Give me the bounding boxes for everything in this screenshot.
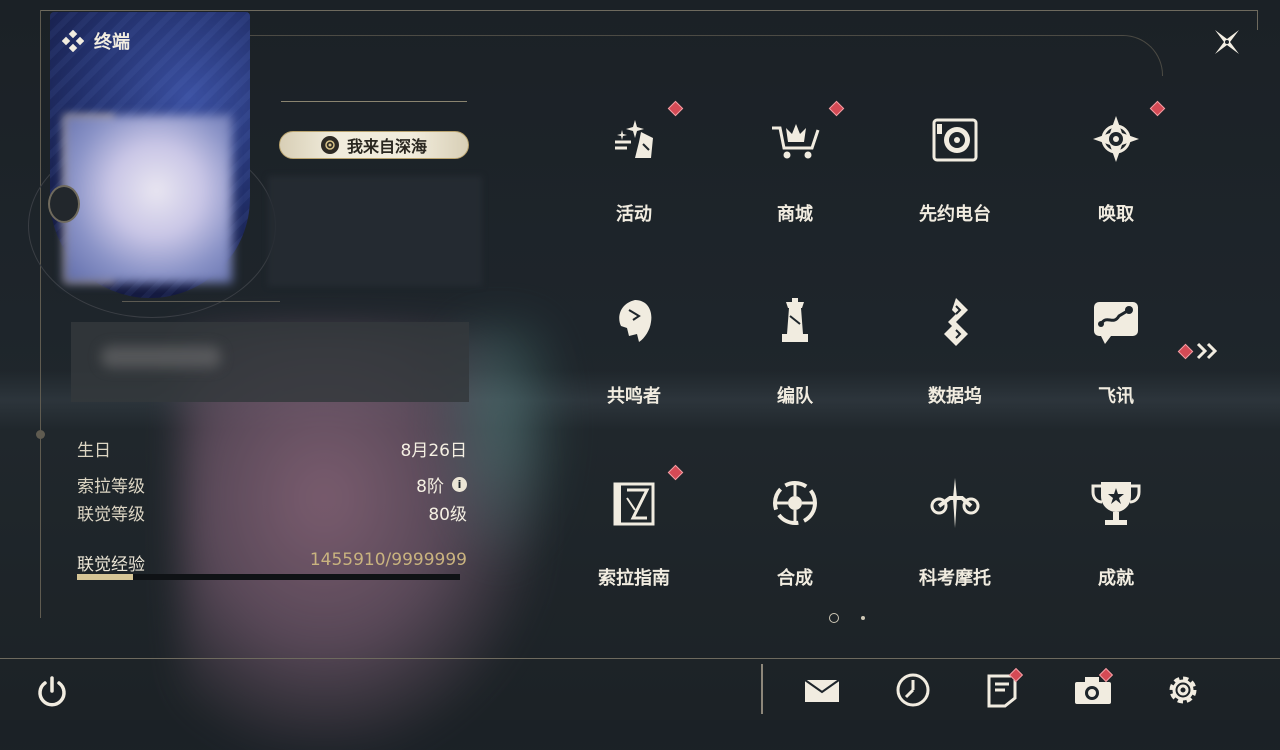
menu-item-label: 飞讯	[1098, 386, 1134, 407]
menu-item-convene[interactable]: 唤取	[1064, 100, 1224, 260]
convene-icon	[1093, 116, 1139, 162]
menu-item-data-bank[interactable]: 数据坞	[903, 282, 1063, 442]
page-indicator[interactable]	[861, 616, 865, 620]
divider	[281, 101, 467, 102]
notification-dot	[1149, 100, 1166, 117]
mail-button[interactable]	[803, 670, 843, 710]
synthesis-icon	[773, 481, 817, 525]
stat-union-exp: 联觉经验 1455910/9999999	[77, 550, 467, 575]
bottom-bar-divider	[0, 658, 1280, 659]
frame-top-line	[40, 10, 1258, 11]
resonator-icon	[619, 300, 652, 342]
menu-item-shop[interactable]: 商城	[743, 100, 903, 260]
menu-item-label: 先约电台	[919, 204, 991, 225]
frame-corner-line	[1257, 10, 1258, 30]
menu-item-label: 合成	[777, 568, 813, 589]
stat-union-level: 联觉等级 80级	[77, 500, 467, 525]
menu-item-achievements[interactable]: 成就	[1064, 464, 1224, 624]
shop-icon	[772, 124, 820, 159]
page-indicator-active[interactable]	[829, 613, 839, 623]
chevron-double-right-icon	[1196, 342, 1218, 360]
notification-dot	[667, 100, 684, 117]
stat-birthday: 生日 8月26日	[77, 436, 467, 461]
menu-item-label: 商城	[777, 204, 813, 225]
guide-icon	[613, 482, 655, 526]
menu-item-label: 成就	[1098, 568, 1134, 589]
radio-icon	[932, 118, 978, 162]
stat-value: 80级	[428, 504, 467, 525]
menu-item-events[interactable]: 活动	[582, 100, 742, 260]
menu-item-pioneer-podcast[interactable]: 先约电台	[903, 100, 1063, 260]
menu-item-messages[interactable]: 飞讯	[1064, 282, 1224, 442]
avatar-switch-knob[interactable]	[48, 185, 80, 223]
info-icon[interactable]: i	[452, 476, 467, 492]
menu-item-motorcycle[interactable]: 科考摩托	[903, 464, 1063, 624]
frame-node	[36, 430, 45, 439]
menu-item-label: 索拉指南	[598, 568, 670, 589]
title-badge[interactable]: 我来自深海	[279, 131, 469, 159]
power-icon[interactable]	[34, 674, 70, 710]
notification-dot	[828, 100, 845, 117]
stat-sol-rank: 索拉等级 8阶 i	[77, 472, 467, 497]
clock-icon	[896, 673, 930, 707]
achievement-icon	[1091, 482, 1141, 525]
menu-item-resonators[interactable]: 共鸣者	[582, 282, 742, 442]
bottom-bar-separator	[761, 664, 763, 714]
gear-icon	[1169, 676, 1197, 704]
menu-item-label: 唤取	[1098, 204, 1134, 225]
page-title: 终端	[94, 32, 130, 53]
data-bank-icon	[944, 298, 968, 346]
frame-inner-line	[250, 35, 1163, 76]
badge-emblem-icon	[320, 136, 339, 154]
frame-left-line	[40, 10, 41, 618]
menu-item-label: 数据坞	[928, 386, 982, 407]
terminal-icon	[62, 30, 84, 52]
next-page-button[interactable]	[1177, 340, 1224, 362]
time-button[interactable]	[893, 670, 933, 710]
stat-value: 8阶	[416, 476, 444, 497]
page-header: 终端	[62, 28, 130, 54]
stat-label: 联觉经验	[77, 555, 145, 575]
menu-item-label: 编队	[777, 386, 813, 407]
menu-item-label: 活动	[616, 204, 652, 225]
menu-item-label: 共鸣者	[607, 386, 661, 407]
menu-item-team[interactable]: 编队	[743, 282, 903, 442]
player-name-redacted	[268, 176, 482, 286]
exp-progress-fill	[77, 574, 133, 580]
divider	[122, 301, 280, 302]
stat-label: 联觉等级	[77, 504, 145, 525]
menu-item-label: 科考摩托	[919, 568, 991, 589]
team-icon	[782, 298, 808, 342]
notification-dot	[667, 464, 684, 481]
stat-label: 生日	[77, 440, 111, 461]
signature-redacted[interactable]	[71, 322, 469, 402]
avatar[interactable]	[64, 115, 232, 283]
event-icon	[615, 120, 653, 158]
exp-progress-bar	[77, 574, 460, 580]
close-icon[interactable]	[1207, 22, 1247, 62]
menu-item-sol-guidebook[interactable]: 索拉指南	[582, 464, 742, 624]
notification-dot	[1177, 343, 1194, 359]
stat-value: 8月26日	[400, 440, 467, 461]
camera-button[interactable]	[1073, 667, 1114, 710]
message-icon	[1094, 302, 1138, 344]
mail-icon	[804, 679, 840, 702]
motorcycle-icon	[930, 478, 980, 528]
stat-label: 索拉等级	[77, 476, 145, 497]
title-badge-label: 我来自深海	[346, 137, 427, 156]
menu-item-synthesis[interactable]: 合成	[743, 464, 903, 624]
settings-button[interactable]	[1163, 670, 1203, 710]
notice-button[interactable]	[983, 667, 1024, 710]
stat-value: 1455910/9999999	[309, 550, 467, 570]
